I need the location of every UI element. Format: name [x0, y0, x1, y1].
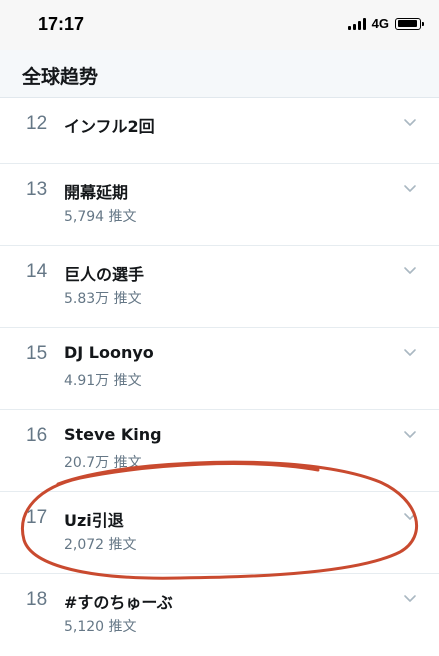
- trend-item-highlighted[interactable]: 17 Uzi引退 2,072 推文: [0, 492, 439, 574]
- trend-rank: 18: [26, 589, 48, 610]
- chevron-down-icon[interactable]: [403, 183, 417, 193]
- trend-name[interactable]: DJ Loonyo: [64, 343, 154, 362]
- status-time: 17:17: [38, 14, 85, 34]
- trend-rank: 16: [26, 425, 48, 446]
- trend-name[interactable]: Uzi引退: [64, 507, 124, 531]
- chevron-down-icon[interactable]: [403, 347, 417, 357]
- trend-tweet-count: 20.7万 推文: [64, 455, 142, 471]
- trend-item[interactable]: 16 Steve King 20.7万 推文: [0, 410, 439, 492]
- trend-rank: 15: [26, 343, 48, 364]
- trend-tweet-count: 5.83万 推文: [64, 291, 142, 307]
- page-header: 全球趋势: [0, 50, 439, 98]
- network-type: 4G: [371, 16, 389, 31]
- trend-item[interactable]: 14 巨人の選手 5.83万 推文: [0, 246, 439, 328]
- trend-rank: 14: [26, 261, 48, 282]
- battery-icon: [395, 17, 424, 30]
- chevron-down-icon[interactable]: [403, 117, 417, 127]
- chevron-down-icon[interactable]: [403, 265, 417, 275]
- trend-rank: 13: [26, 179, 48, 200]
- trend-item[interactable]: 15 DJ Loonyo 4.91万 推文: [0, 328, 439, 410]
- chevron-down-icon[interactable]: [403, 593, 417, 603]
- trend-name[interactable]: #すのちゅーぶ: [64, 589, 173, 613]
- chevron-down-icon[interactable]: [403, 429, 417, 439]
- signal-icon: [347, 17, 366, 30]
- trend-tweet-count: 5,794 推文: [64, 209, 137, 225]
- trend-tweet-count: 4.91万 推文: [64, 373, 142, 389]
- trend-name[interactable]: Steve King: [64, 425, 162, 444]
- trend-item[interactable]: 13 開幕延期 5,794 推文: [0, 164, 439, 246]
- trend-tweet-count: 5,120 推文: [64, 619, 137, 635]
- trend-rank: 12: [26, 113, 48, 134]
- trend-item[interactable]: 12 インフル2回: [0, 98, 439, 164]
- trend-tweet-count: 2,072 推文: [64, 537, 137, 553]
- trend-rank: 17: [26, 507, 48, 528]
- chevron-down-icon[interactable]: [403, 511, 417, 521]
- status-indicators: 4G: [347, 16, 424, 31]
- page-title: 全球趋势: [22, 66, 99, 88]
- trend-name[interactable]: 巨人の選手: [64, 261, 144, 285]
- trend-list: 12 インフル2回 13 開幕延期 5,794 推文 14 巨人の選手 5.83…: [0, 98, 439, 656]
- trend-name[interactable]: インフル2回: [64, 113, 155, 137]
- status-bar: 17:17 4G: [0, 0, 439, 50]
- trend-name[interactable]: 開幕延期: [64, 179, 128, 203]
